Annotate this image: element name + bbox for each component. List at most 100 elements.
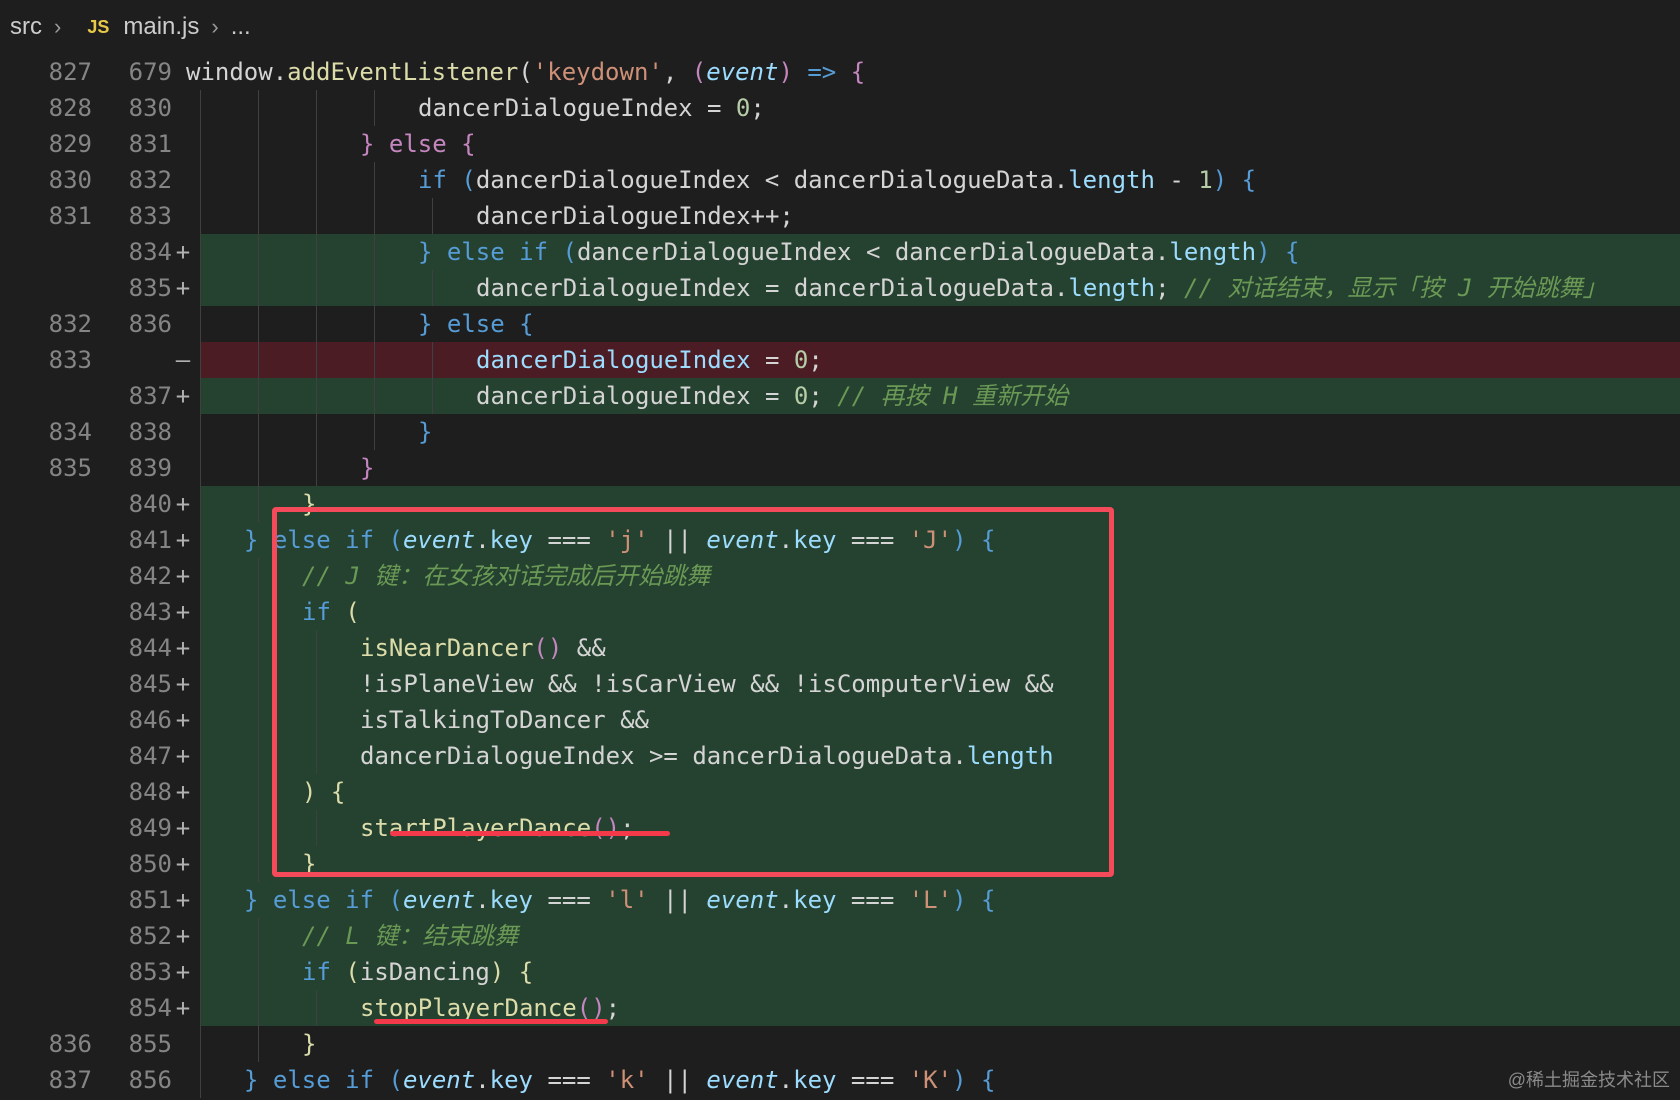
- diff-marker: [172, 90, 194, 126]
- code-token: else: [446, 310, 520, 338]
- code-line[interactable]: if (dancerDialogueIndex < dancerDialogue…: [200, 162, 1680, 198]
- code-token: (: [388, 886, 403, 914]
- code-token: =: [706, 94, 736, 122]
- code-line[interactable]: }: [200, 414, 1680, 450]
- new-line-number: 854: [128, 994, 172, 1022]
- diff-line-added[interactable]: 852 + // L 键：结束跳舞: [0, 918, 1680, 954]
- diff-marker: [172, 450, 194, 486]
- code-token: dancerDialogueIndex < dancerDialogueData…: [576, 238, 1170, 266]
- old-line-number: 827: [48, 58, 92, 86]
- old-line-number: 835: [48, 454, 92, 482]
- new-line-number: 838: [128, 418, 172, 446]
- code-line[interactable]: if (isDancing) {: [200, 954, 1680, 990]
- indent-guide: [258, 162, 259, 198]
- breadcrumb-more[interactable]: ...: [231, 13, 251, 41]
- code-token: key: [489, 886, 534, 914]
- new-line-number: 856: [128, 1066, 172, 1094]
- code-line[interactable]: }: [200, 450, 1680, 486]
- indent-guide: [316, 162, 317, 198]
- code-line[interactable]: // L 键：结束跳舞: [200, 918, 1680, 954]
- diff-line[interactable]: 831 833 dancerDialogueIndex++;: [0, 198, 1680, 234]
- diff-line[interactable]: 827 679 window.addEventListener('keydown',…: [0, 54, 1680, 90]
- code-line[interactable]: dancerDialogueIndex = 0; // 再按 H 重新开始: [200, 378, 1680, 414]
- breadcrumb-folder[interactable]: src: [10, 13, 42, 41]
- old-line-number: [0, 234, 92, 270]
- new-line-number: 830: [128, 94, 172, 122]
- diff-line-removed[interactable]: 833 — dancerDialogueIndex = 0;: [0, 342, 1680, 378]
- code-token: }: [360, 454, 375, 482]
- indent-guide: [200, 846, 201, 882]
- diff-marker: [172, 306, 194, 342]
- diff-line[interactable]: 832 836} else {: [0, 306, 1680, 342]
- breadcrumb-file[interactable]: main.js: [123, 13, 199, 41]
- indent-guide: [316, 342, 317, 378]
- diff-line[interactable]: 828 830 dancerDialogueIndex = 0;: [0, 90, 1680, 126]
- old-line-number: 831: [48, 202, 92, 230]
- code-token: dancerDialogueIndex: [476, 346, 751, 374]
- diff-line[interactable]: 837 856} else if (event.key === 'k' || ev…: [0, 1062, 1680, 1098]
- indent-guide: [316, 414, 317, 450]
- diff-line[interactable]: 836 855}: [0, 1026, 1680, 1062]
- diff-line[interactable]: 835 839}: [0, 450, 1680, 486]
- code-line[interactable]: dancerDialogueIndex = 0;: [200, 90, 1680, 126]
- new-line-number: 851: [128, 886, 172, 914]
- indent-guide: [200, 702, 201, 738]
- code-line[interactable]: window.addEventListener('keydown', (even…: [186, 54, 1680, 90]
- indent-guide: [200, 414, 201, 450]
- code-line[interactable]: dancerDialogueIndex = dancerDialogueData…: [200, 270, 1680, 306]
- code-line[interactable]: } else {: [200, 306, 1680, 342]
- indent-guide: [200, 1062, 201, 1098]
- code-token: else: [388, 130, 462, 158]
- new-line-number: 835: [128, 274, 172, 302]
- code-token: length: [1068, 274, 1156, 302]
- diff-line[interactable]: 830 832 if (dancerDialogueIndex < dancerDi…: [0, 162, 1680, 198]
- indent-guide: [316, 198, 317, 234]
- diff-line-added[interactable]: 837 + dancerDialogueIndex = 0; // 再按 H 重新开…: [0, 378, 1680, 414]
- chevron-right-icon: ›: [54, 14, 62, 39]
- code-line[interactable]: } else {: [200, 126, 1680, 162]
- code-line[interactable]: } else if (dancerDialogueIndex < dancerD…: [200, 234, 1680, 270]
- code-token: else if: [446, 238, 563, 266]
- indent-guide: [374, 342, 375, 378]
- code-token: (: [691, 58, 707, 86]
- old-line-number: [0, 630, 92, 666]
- diff-line[interactable]: 829 831} else {: [0, 126, 1680, 162]
- new-line-number: 834: [128, 238, 172, 266]
- new-line-number: 844: [128, 634, 172, 662]
- indent-guide: [258, 198, 259, 234]
- highlight-box: [272, 507, 1114, 877]
- new-line-number: 840: [128, 490, 172, 518]
- new-line-number: 679: [128, 58, 172, 86]
- diff-line-added[interactable]: 835 + dancerDialogueIndex = dancerDialogue…: [0, 270, 1680, 306]
- indent-guide: [316, 90, 317, 126]
- code-line[interactable]: dancerDialogueIndex = 0;: [200, 342, 1680, 378]
- indent-guide: [200, 774, 201, 810]
- indent-guide: [432, 378, 433, 414]
- indent-guide: [258, 234, 259, 270]
- code-line[interactable]: } else if (event.key === 'k' || event.ke…: [200, 1062, 1680, 1098]
- diff-line-added[interactable]: 851 +} else if (event.key === 'l' || even…: [0, 882, 1680, 918]
- indent-guide: [432, 270, 433, 306]
- code-token: {: [850, 58, 866, 86]
- old-line-number: [0, 558, 92, 594]
- indent-guide: [374, 162, 375, 198]
- code-line[interactable]: } else if (event.key === 'l' || event.ke…: [200, 882, 1680, 918]
- indent-guide: [200, 306, 201, 342]
- new-line-number: 831: [128, 130, 172, 158]
- indent-guide: [258, 846, 259, 882]
- code-token: dancerDialogueIndex++;: [476, 202, 794, 230]
- code-token: (: [461, 166, 476, 194]
- code-token: ;: [1155, 274, 1185, 302]
- diff-line[interactable]: 834 838}: [0, 414, 1680, 450]
- old-line-number: [0, 918, 92, 954]
- code-line[interactable]: dancerDialogueIndex++;: [200, 198, 1680, 234]
- indent-guide: [200, 630, 201, 666]
- diff-line-added[interactable]: 854 + stopPlayerDance();: [0, 990, 1680, 1026]
- diff-line-added[interactable]: 853 + if (isDancing) {: [0, 954, 1680, 990]
- indent-guide: [258, 90, 259, 126]
- diff-line-added[interactable]: 834 +} else if (dancerDialogueIndex < dan…: [0, 234, 1680, 270]
- code-token: (: [518, 58, 533, 86]
- code-line[interactable]: }: [200, 1026, 1680, 1062]
- code-token: {: [1284, 238, 1300, 266]
- indent-guide: [200, 342, 201, 378]
